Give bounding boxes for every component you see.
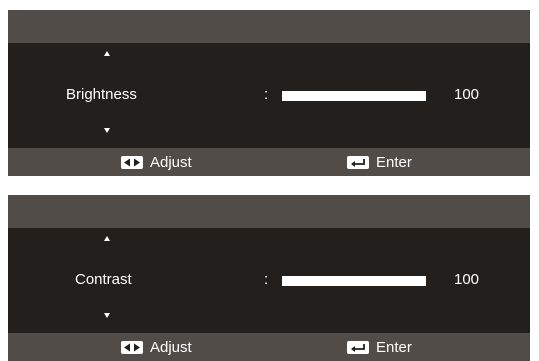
left-right-arrows-icon xyxy=(121,341,143,354)
osd-footer: Adjust Enter xyxy=(8,333,530,361)
adjust-hint: Adjust xyxy=(121,339,192,356)
brightness-slider[interactable] xyxy=(282,91,426,101)
brightness-value: 100 xyxy=(454,86,480,103)
contrast-slider[interactable] xyxy=(282,276,426,286)
arrow-down-icon[interactable] xyxy=(104,313,110,318)
contrast-label: Contrast xyxy=(75,271,132,288)
left-right-arrows-icon xyxy=(121,156,143,169)
arrow-down-icon[interactable] xyxy=(104,128,110,133)
adjust-label: Adjust xyxy=(150,154,192,171)
contrast-slider-fill xyxy=(282,276,426,286)
adjust-label: Adjust xyxy=(150,339,192,356)
osd-body: Brightness : 100 xyxy=(8,43,530,148)
arrow-up-icon[interactable] xyxy=(104,236,110,241)
osd-panel-brightness: Brightness : 100 Adjust Enter xyxy=(8,10,530,176)
separator-colon: : xyxy=(264,271,269,288)
enter-label: Enter xyxy=(376,339,412,356)
osd-body: Contrast : 100 xyxy=(8,228,530,333)
osd-header xyxy=(8,195,530,228)
separator-colon: : xyxy=(264,86,269,103)
enter-return-icon xyxy=(347,341,369,354)
enter-label: Enter xyxy=(376,154,412,171)
osd-panel-contrast: Contrast : 100 Adjust Enter xyxy=(8,195,530,361)
osd-header xyxy=(8,10,530,43)
contrast-value: 100 xyxy=(454,271,480,288)
enter-hint: Enter xyxy=(347,339,412,356)
brightness-label: Brightness xyxy=(66,86,137,103)
enter-hint: Enter xyxy=(347,154,412,171)
osd-footer: Adjust Enter xyxy=(8,148,530,176)
arrow-up-icon[interactable] xyxy=(104,51,110,56)
adjust-hint: Adjust xyxy=(121,154,192,171)
enter-return-icon xyxy=(347,156,369,169)
brightness-slider-fill xyxy=(282,91,426,101)
